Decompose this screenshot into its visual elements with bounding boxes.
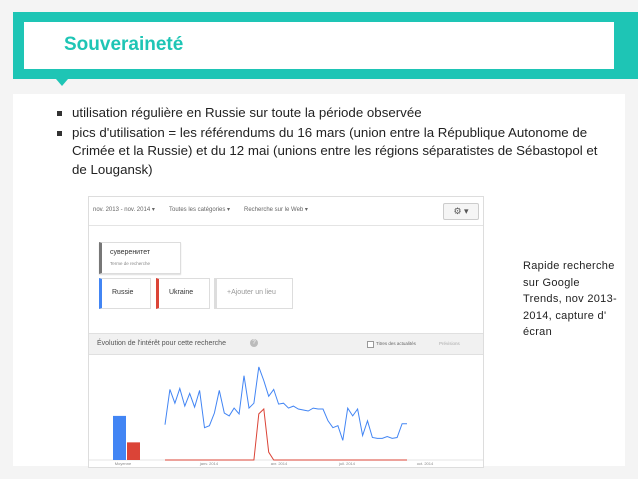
help-icon[interactable]: ? <box>250 339 258 347</box>
trends-toolbar: nov. 2013 - nov. 2014 ▾ Toutes les catég… <box>89 197 483 226</box>
news-headlines-label: Titres des actualités <box>376 341 416 346</box>
search-term: суверенитет <box>110 249 151 256</box>
average-bar-russie <box>113 415 126 460</box>
bullet-text: utilisation régulière en Russie sur tout… <box>72 105 422 120</box>
x-tick-label: oct. 2014 <box>417 461 434 466</box>
bullet-text: pics d'utilisation = les référendums du … <box>72 124 598 177</box>
x-tick-label: janv. 2014 <box>199 461 219 466</box>
x-tick-label: avr. 2014 <box>271 461 288 466</box>
average-bar-ukraine <box>127 442 140 460</box>
category-dropdown[interactable]: Toutes les catégories ▾ <box>169 206 230 213</box>
interest-chart: Moyenne janv. 2014 avr. 2014 juil. 2014 oct.… <box>89 366 483 466</box>
interest-panel-title: Évolution de l'intérêt pour cette recher… <box>97 340 226 347</box>
bullet-list: utilisation régulière en Russie sur tout… <box>38 104 598 180</box>
interest-panel-header: Évolution de l'intérêt pour cette recher… <box>89 333 483 355</box>
bullet-item: pics d'utilisation = les référendums du … <box>38 124 598 180</box>
search-type-dropdown[interactable]: Recherche sur le Web ▾ <box>244 206 308 213</box>
x-tick-label: juil. 2014 <box>338 461 356 466</box>
compare-card-russie[interactable]: Russie <box>99 278 151 309</box>
bullet-square-icon <box>57 111 62 116</box>
settings-gear-button[interactable]: ⚙ ▾ <box>443 203 479 220</box>
series-line-russie <box>164 366 407 441</box>
series-line-ukraine <box>165 407 407 461</box>
news-headlines-checkbox[interactable] <box>367 341 374 348</box>
bullet-square-icon <box>57 130 62 136</box>
forecast-toggle[interactable]: Prévisions <box>439 341 460 346</box>
x-tick-label: Moyenne <box>115 461 132 466</box>
trends-screenshot: nov. 2013 - nov. 2014 ▾ Toutes les catég… <box>88 196 484 468</box>
compare-label: Ukraine <box>169 289 194 296</box>
compare-card-ukraine[interactable]: Ukraine <box>156 278 210 309</box>
bullet-item: utilisation régulière en Russie sur tout… <box>38 104 598 123</box>
add-location-label: +Ajouter un lieu <box>227 289 276 296</box>
search-term-card[interactable]: суверенитет Terme de recherche <box>99 242 181 274</box>
compare-label: Russie <box>112 289 134 296</box>
date-range-dropdown[interactable]: nov. 2013 - nov. 2014 ▾ <box>93 206 155 213</box>
add-location-card[interactable]: +Ajouter un lieu <box>214 278 293 309</box>
search-term-label: Terme de recherche <box>110 261 151 266</box>
slide-title: Souveraineté <box>64 34 184 55</box>
side-note: Rapide recherche sur Google Trends, nov … <box>523 260 617 338</box>
title-pointer <box>56 79 68 86</box>
